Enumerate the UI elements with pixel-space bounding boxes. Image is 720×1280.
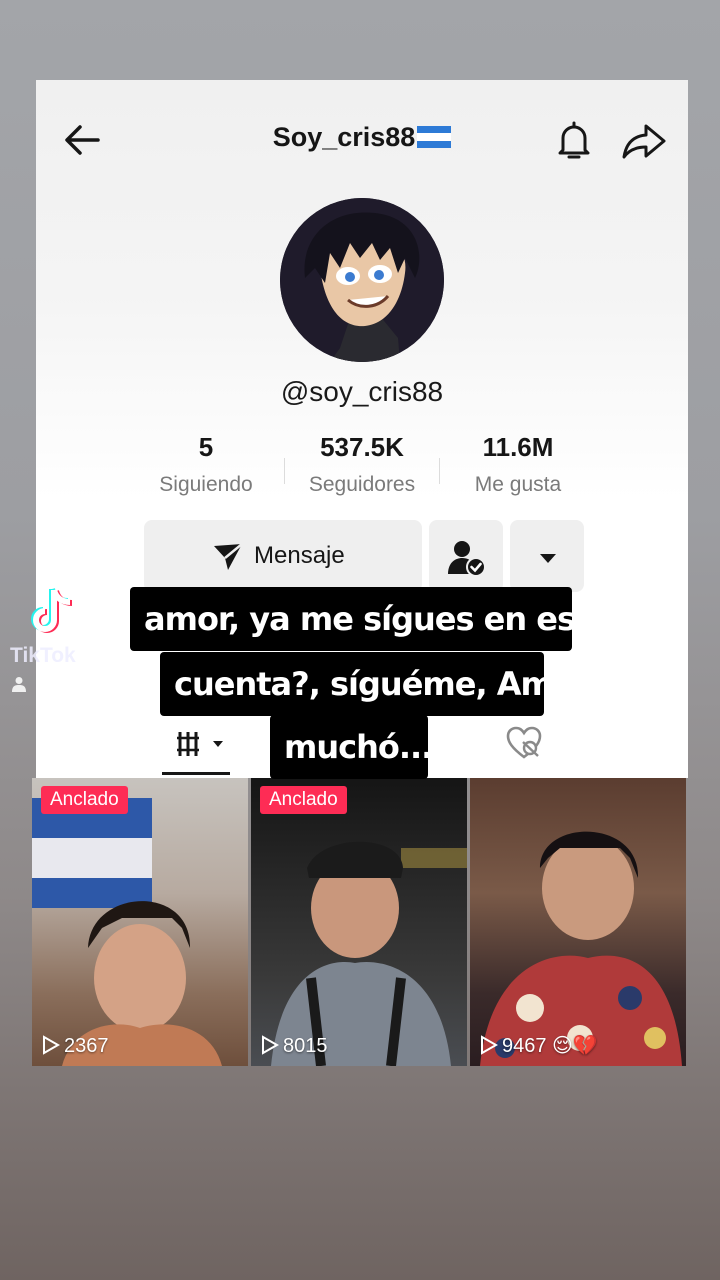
following-label: Siguiendo: [159, 473, 253, 496]
followers-count: 537.5K: [320, 432, 404, 462]
avatar-image: [280, 198, 444, 362]
message-button[interactable]: Mensaje: [144, 520, 422, 592]
tiktok-logo-icon: [31, 588, 73, 633]
caret-down-icon: [540, 554, 556, 563]
play-icon: [43, 1035, 61, 1055]
view-count-value: 8015: [283, 1035, 328, 1057]
stat-following[interactable]: 5 Siguiendo: [126, 432, 286, 497]
following-status-button[interactable]: [429, 520, 503, 592]
profile-handle: @soy_cris88: [280, 376, 444, 407]
following-count: 5: [198, 432, 214, 462]
story-caption-line: muchó...: [270, 715, 433, 779]
top-bar: Soy_cris88: [36, 80, 688, 200]
message-label: Mensaje: [254, 542, 345, 569]
username-title: Soy_cris88: [272, 122, 416, 152]
grid-icon: [177, 732, 223, 756]
video-preview-image: [32, 798, 222, 1066]
user-icon: [12, 677, 26, 692]
followers-label: Seguidores: [308, 473, 416, 496]
video-thumbnail[interactable]: 9467 😌💔: [470, 778, 686, 1066]
view-count: 2367: [42, 1035, 109, 1058]
suggested-accounts-dropdown[interactable]: [510, 520, 584, 592]
video-thumbnail[interactable]: Anclado 8015: [251, 778, 467, 1066]
video-grid: Anclado 2367 Anclado 8015 9467 😌💔: [32, 778, 688, 1066]
video-preview-image: [480, 831, 682, 1066]
play-icon: [262, 1035, 280, 1055]
emoji-decoration: 😌💔: [546, 1035, 598, 1057]
view-count-value: 2367: [64, 1035, 109, 1057]
hidden-liked-icon[interactable]: [506, 726, 542, 760]
video-thumbnail[interactable]: Anclado 2367: [32, 778, 248, 1066]
stat-likes: 11.6M Me gusta: [438, 432, 598, 497]
play-icon: [481, 1035, 499, 1055]
user-check-icon: [448, 541, 486, 577]
bell-icon[interactable]: [554, 120, 594, 162]
story-caption-line: cuenta?, síguéme, Amó: [160, 652, 575, 716]
view-count-value: 9467: [502, 1035, 547, 1057]
view-count: 9467 😌💔: [480, 1033, 598, 1058]
likes-count: 11.6M: [482, 432, 554, 462]
share-icon[interactable]: [620, 120, 668, 162]
send-icon: [214, 543, 243, 570]
avatar[interactable]: [280, 198, 444, 362]
tiktok-watermark: TikTok: [10, 644, 76, 667]
pinned-badge: Anclado: [260, 786, 347, 814]
tab-active-indicator: [162, 772, 230, 775]
tab-videos[interactable]: [162, 720, 230, 768]
view-count: 8015: [261, 1035, 328, 1058]
pinned-badge: Anclado: [41, 786, 128, 814]
stat-followers[interactable]: 537.5K Seguidores: [282, 432, 442, 497]
video-preview-image: [271, 841, 467, 1066]
story-caption-line: amor, ya me sígues en esta: [130, 587, 611, 651]
likes-label: Me gusta: [474, 473, 562, 496]
honduras-flag-icon: [417, 126, 452, 148]
